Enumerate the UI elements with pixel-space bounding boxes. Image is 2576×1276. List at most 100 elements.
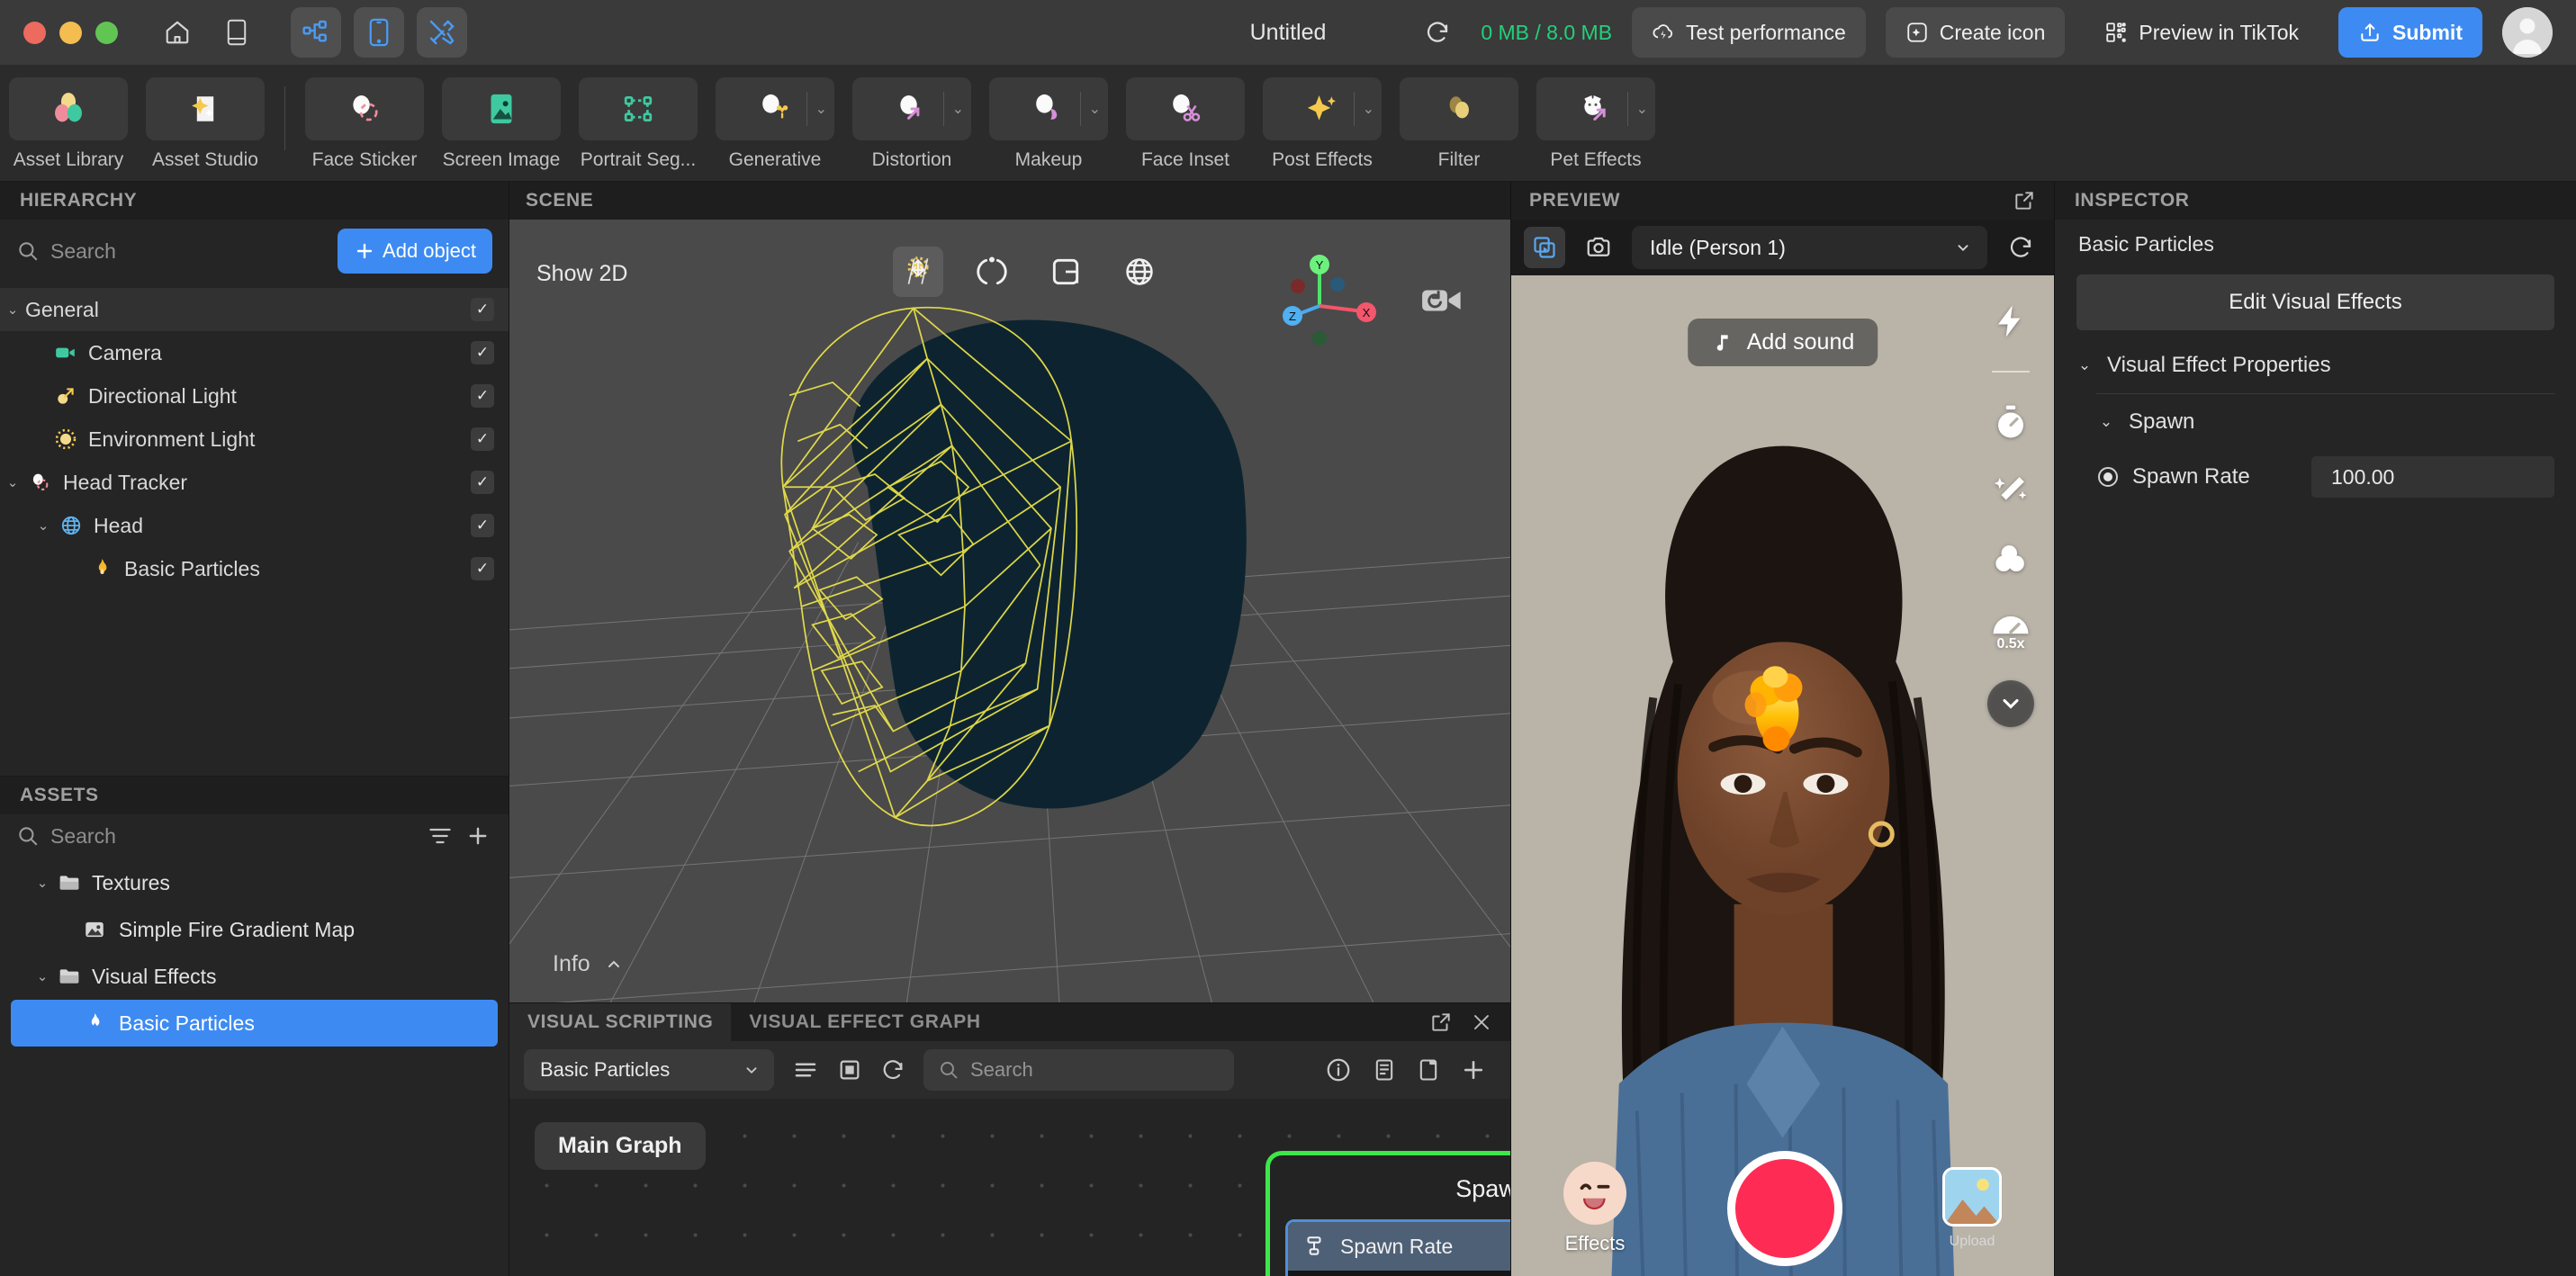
device-frame-icon[interactable] [213, 9, 260, 56]
visibility-checkbox[interactable]: ✓ [471, 427, 494, 451]
effect-generative[interactable]: ⌄ Generative [707, 77, 843, 171]
effect-face-inset[interactable]: Face Inset [1117, 77, 1254, 171]
effect-pet-effects[interactable]: ⌄ Pet Effects [1527, 77, 1664, 171]
phone-preview-icon[interactable] [354, 7, 404, 58]
preview-window-icon[interactable] [1417, 1057, 1440, 1083]
node-graph-icon[interactable] [291, 7, 341, 58]
preview-photo-mode-icon[interactable] [1578, 227, 1619, 268]
hierarchy-item-environment-light[interactable]: Environment Light ✓ [0, 418, 509, 461]
tab-visual-effect-graph[interactable]: VISUAL EFFECT GRAPH [731, 1003, 998, 1041]
visibility-checkbox[interactable]: ✓ [471, 557, 494, 580]
submit-button[interactable]: Submit [2338, 7, 2482, 58]
beautify-wand-icon[interactable] [1992, 472, 2030, 509]
assets-search-input[interactable]: Search [16, 824, 415, 849]
spawn-rate-input[interactable]: 100.00 [2311, 456, 2554, 498]
chevron-down-icon[interactable]: ⌄ [31, 517, 56, 534]
close-window-button[interactable] [23, 21, 46, 44]
effect-distortion[interactable]: ⌄ Distortion [843, 77, 980, 171]
preview-refresh-icon[interactable] [2000, 227, 2041, 268]
speed-icon[interactable]: 0.5x [1990, 608, 2031, 650]
add-object-button[interactable]: Add object [338, 229, 492, 274]
scene-viewport[interactable]: Show 2D Y X Z Info [509, 220, 1510, 1002]
chevron-down-icon[interactable]: ⌄ [2098, 413, 2114, 431]
graph-panel-icon[interactable] [837, 1057, 862, 1083]
assets-item-textures[interactable]: ⌄ Textures [0, 859, 509, 906]
section-visual-effect-properties[interactable]: ⌄ Visual Effect Properties [2076, 339, 2554, 391]
assets-item-basic-particles[interactable]: Basic Particles [11, 1000, 498, 1047]
chevron-down-icon[interactable]: ⌄ [1089, 100, 1101, 118]
spawn-rate-block[interactable]: Spawn Rate Mode Constant [1285, 1219, 1510, 1276]
chevron-down-icon[interactable]: ⌄ [31, 968, 54, 984]
collapse-toolbar-button[interactable] [1987, 680, 2034, 727]
popout-icon[interactable] [1429, 1011, 1453, 1034]
record-button[interactable] [1726, 1151, 1842, 1266]
global-local-icon[interactable] [1114, 247, 1165, 297]
chevron-down-icon[interactable] [1987, 680, 2034, 727]
assets-add-icon[interactable] [465, 823, 491, 849]
assets-filter-icon[interactable] [428, 823, 453, 849]
close-icon[interactable] [1471, 1011, 1492, 1033]
move-tool-icon[interactable] [893, 247, 943, 297]
visibility-checkbox[interactable]: ✓ [471, 341, 494, 364]
effect-face-sticker[interactable]: Face Sticker [296, 77, 433, 171]
scene-info-toggle[interactable]: Info [553, 951, 625, 977]
add-node-icon[interactable] [1460, 1056, 1487, 1083]
chevron-down-icon[interactable]: ⌄ [1636, 100, 1648, 118]
preview-person-select[interactable]: Idle (Person 1) [1632, 226, 1987, 269]
preview-popout-icon[interactable] [2013, 189, 2036, 212]
add-sound-button[interactable]: Add sound [1687, 319, 1878, 366]
effects-button[interactable]: Effects [1563, 1162, 1626, 1255]
timer-icon[interactable] [1992, 403, 2030, 441]
axis-gizmo[interactable]: Y X Z [1276, 250, 1402, 349]
effect-screen-image[interactable]: Screen Image [433, 77, 570, 171]
preview-viewport[interactable]: Add sound 0.5x Effects Upload [1511, 275, 2054, 1276]
effect-asset-library[interactable]: Asset Library [0, 77, 137, 171]
chevron-down-icon[interactable]: ⌄ [31, 875, 54, 891]
hierarchy-item-head-tracker[interactable]: ⌄ Head Tracker ✓ [0, 461, 509, 504]
info-icon[interactable] [1325, 1056, 1352, 1083]
graph-canvas[interactable]: Main Graph Spawn Spawn Rate Mode [509, 1099, 1510, 1276]
tab-visual-scripting[interactable]: VISUAL SCRIPTING [509, 1003, 732, 1041]
home-icon[interactable] [154, 9, 201, 56]
spawn-node[interactable]: Spawn Spawn Rate Mode Co [1265, 1151, 1510, 1276]
hierarchy-item-head[interactable]: ⌄ Head ✓ [0, 504, 509, 547]
effect-makeup[interactable]: ⌄ Makeup [980, 77, 1117, 171]
filters-icon[interactable] [1992, 540, 2030, 578]
assets-item-visual-effects[interactable]: ⌄ Visual Effects [0, 953, 509, 1000]
preview-video-mode-icon[interactable] [1524, 227, 1565, 268]
chevron-down-icon[interactable]: ⌄ [952, 100, 964, 118]
hierarchy-item-general[interactable]: ⌄ General ✓ [0, 288, 509, 331]
chevron-down-icon[interactable]: ⌄ [815, 100, 827, 118]
refresh-icon[interactable] [1414, 9, 1461, 56]
visibility-checkbox[interactable]: ✓ [471, 514, 494, 537]
tools-icon[interactable] [417, 7, 467, 58]
preview-in-tiktok-button[interactable]: Preview in TikTok [2085, 7, 2319, 58]
maximize-window-button[interactable] [95, 21, 118, 44]
main-graph-chip[interactable]: Main Graph [535, 1122, 706, 1170]
section-spawn[interactable]: ⌄ Spawn [2076, 396, 2554, 448]
chevron-down-icon[interactable]: ⌄ [1363, 100, 1374, 118]
hierarchy-item-basic-particles[interactable]: Basic Particles ✓ [0, 547, 509, 590]
graph-search-input[interactable]: Search [923, 1049, 1234, 1091]
effect-post-effects[interactable]: ⌄ Post Effects [1254, 77, 1391, 171]
hierarchy-item-camera[interactable]: Camera ✓ [0, 331, 509, 374]
visibility-checkbox[interactable]: ✓ [471, 384, 494, 408]
spawn-rate-radio[interactable] [2098, 467, 2118, 487]
visibility-checkbox[interactable]: ✓ [471, 471, 494, 494]
flash-icon[interactable] [1992, 302, 2030, 340]
graph-asset-selector[interactable]: Basic Particles [524, 1049, 774, 1091]
effect-asset-studio[interactable]: Asset Studio [137, 77, 274, 171]
chevron-down-icon[interactable]: ⌄ [0, 474, 25, 490]
upload-button[interactable]: Upload [1942, 1167, 2002, 1250]
assets-item-simple-fire-gradient-map[interactable]: Simple Fire Gradient Map [0, 906, 509, 953]
rotate-tool-icon[interactable] [967, 247, 1017, 297]
reset-camera-icon[interactable] [1420, 284, 1465, 321]
create-icon-button[interactable]: Create icon [1885, 7, 2066, 58]
graph-refresh-icon[interactable] [880, 1057, 905, 1083]
show-2d-toggle[interactable]: Show 2D [536, 261, 627, 287]
graph-list-icon[interactable] [792, 1056, 819, 1083]
scale-tool-icon[interactable] [1040, 247, 1091, 297]
chevron-down-icon[interactable]: ⌄ [2076, 356, 2093, 374]
hierarchy-search-input[interactable]: Search [16, 239, 327, 264]
user-avatar[interactable] [2502, 7, 2553, 58]
